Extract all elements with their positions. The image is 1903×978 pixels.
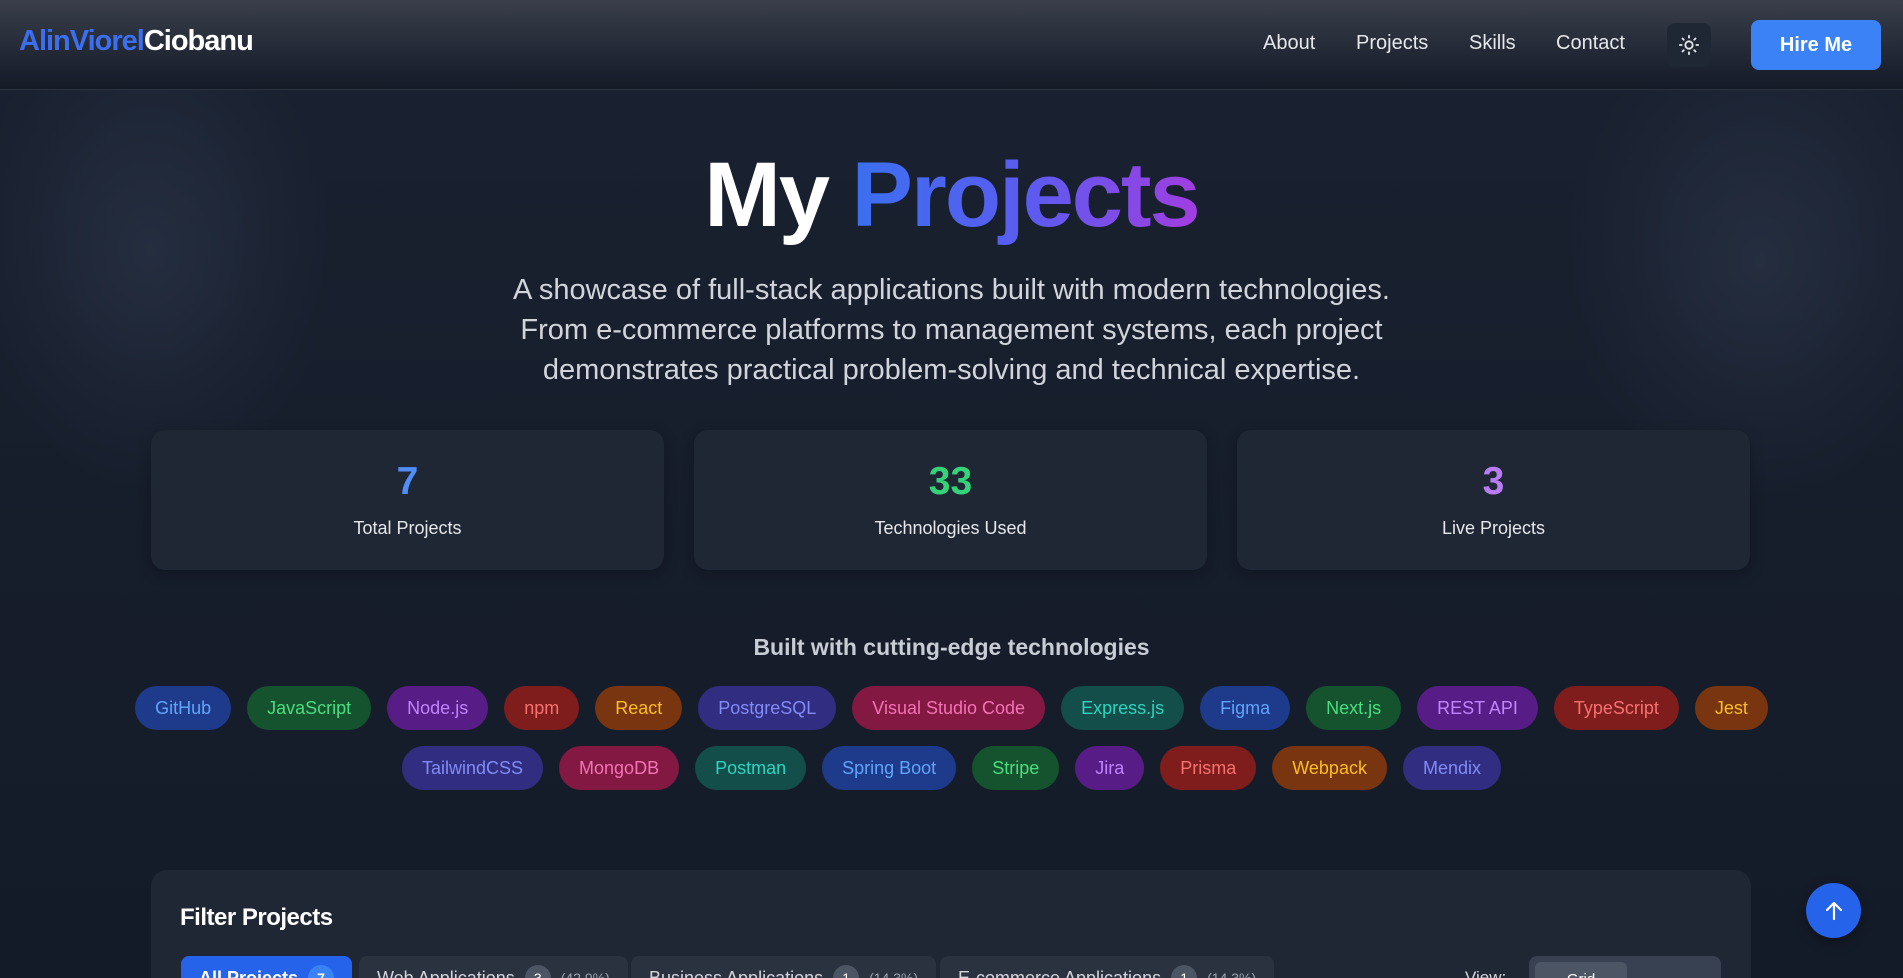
tech-pill: Express.js	[1061, 686, 1185, 730]
hero-description-line: From e-commerce platforms to management …	[520, 314, 1383, 346]
tech-pill: Jira	[1075, 746, 1145, 790]
nav-link-projects[interactable]: Projects	[1356, 32, 1428, 55]
filter-chip-count: 7	[308, 965, 335, 978]
filter-chip-count: 1	[1171, 965, 1198, 978]
tech-pill-row: GitHub JavaScript Node.js npm React PostgreSQ…	[0, 686, 1903, 730]
tech-pill: Jest	[1694, 686, 1768, 730]
tech-pill: Webpack	[1272, 746, 1387, 790]
tech-pill: Postman	[695, 746, 807, 790]
nav-link-skills[interactable]: Skills	[1469, 32, 1516, 55]
logo-last-name: Ciobanu	[143, 25, 254, 57]
stat-label: Total Projects	[353, 518, 462, 538]
filter-chip-label: E-commerce Applications	[958, 967, 1162, 978]
tech-pill: GitHub	[135, 686, 232, 730]
tech-pill: Node.js	[387, 686, 489, 730]
hire-me-button[interactable]: Hire Me	[1751, 20, 1881, 70]
stat-value: 33	[928, 460, 973, 503]
stat-card-total-projects: 7 Total Projects	[151, 430, 664, 570]
view-mode-toggle[interactable]: Grid	[1529, 956, 1721, 978]
view-label: View:	[1465, 968, 1507, 978]
tech-pill: Prisma	[1160, 746, 1257, 790]
nav-link-about[interactable]: About	[1263, 32, 1315, 55]
tech-pill: TailwindCSS	[401, 746, 544, 790]
stat-value: 7	[396, 460, 419, 503]
title-word-projects: Projects	[851, 144, 1201, 246]
stat-value: 3	[1482, 460, 1505, 503]
filter-chip-percent: (14.3%)	[1207, 970, 1257, 978]
filter-panel: Filter Projects All Projects 7 Web Appli…	[151, 870, 1751, 978]
filter-chip-ecommerce-applications[interactable]: E-commerce Applications 1 (14.3%)	[940, 956, 1275, 978]
filter-chip-label: All Projects	[199, 967, 299, 978]
tech-pill-row: TailwindCSS MongoDB Postman Spring Boot Stri…	[0, 746, 1903, 790]
top-navbar: AlinViorelCiobanu About Projects Skills …	[0, 0, 1903, 90]
filter-chip-label: Web Applications	[377, 967, 515, 978]
tech-pill: Mendix	[1402, 746, 1501, 790]
tech-pill: PostgreSQL	[698, 686, 837, 730]
stat-label: Technologies Used	[874, 518, 1027, 538]
theme-toggle-button[interactable]	[1667, 23, 1711, 67]
view-mode-grid-option[interactable]: Grid	[1535, 962, 1627, 978]
arrow-up-icon	[1825, 901, 1842, 920]
tech-pill: Spring Boot	[822, 746, 957, 790]
stat-label: Live Projects	[1441, 518, 1546, 538]
tech-pill: Stripe	[972, 746, 1060, 790]
hero-description-line: A showcase of full-stack applications bu…	[513, 274, 1390, 306]
page-title: My Projects	[0, 143, 1903, 247]
site-logo[interactable]: AlinViorelCiobanu	[19, 25, 254, 58]
filter-chip-all[interactable]: All Projects 7	[181, 956, 353, 978]
filter-chip-business-applications[interactable]: Business Applications 1 (14.3%)	[631, 956, 937, 978]
stat-card-live-projects: 3 Live Projects	[1237, 430, 1750, 570]
sun-icon	[1678, 34, 1700, 56]
hero-description: A showcase of full-stack applications bu…	[470, 270, 1433, 390]
nav-link-contact[interactable]: Contact	[1556, 32, 1625, 55]
tech-pill: React	[595, 686, 683, 730]
filter-chip-count: 1	[833, 965, 860, 978]
scroll-to-top-button[interactable]	[1806, 883, 1861, 938]
tech-pill: npm	[504, 686, 580, 730]
filter-chip-percent: (14.3%)	[869, 970, 919, 978]
filter-title: Filter Projects	[180, 904, 333, 931]
tech-pill: TypeScript	[1553, 686, 1679, 730]
filter-chip-percent: (42.9%)	[560, 970, 610, 978]
tech-pill: Next.js	[1306, 686, 1402, 730]
tech-pill: REST API	[1417, 686, 1538, 730]
tech-heading: Built with cutting-edge technologies	[753, 634, 1150, 660]
hero-description-line: demonstrates practical problem-solving a…	[542, 354, 1361, 386]
tech-pill: JavaScript	[247, 686, 372, 730]
logo-first-name: AlinViorel	[19, 25, 145, 57]
tech-pill: Figma	[1200, 686, 1291, 730]
stat-card-technologies: 33 Technologies Used	[694, 430, 1207, 570]
tech-pill: Visual Studio Code	[852, 686, 1046, 730]
filter-chip-count: 3	[524, 965, 551, 978]
filter-chip-web-applications[interactable]: Web Applications 3 (42.9%)	[359, 956, 628, 978]
tech-pill: MongoDB	[559, 746, 680, 790]
title-word-my: My	[704, 144, 830, 246]
filter-chip-label: Business Applications	[649, 967, 824, 978]
